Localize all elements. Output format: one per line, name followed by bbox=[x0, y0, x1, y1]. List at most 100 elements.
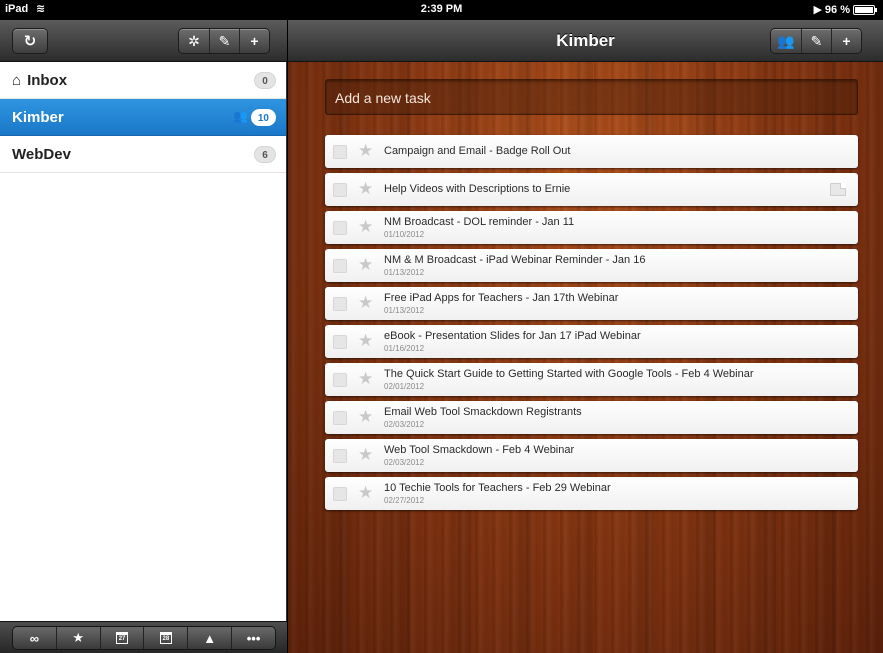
today-button[interactable]: 27 bbox=[99, 627, 144, 649]
task-checkbox[interactable] bbox=[333, 373, 347, 387]
all-tasks-button[interactable]: ∞ bbox=[13, 627, 56, 649]
smart-list-bar: ∞ ★ 27 28 ▲ ••• bbox=[12, 626, 276, 650]
task-due-date: 01/16/2012 bbox=[384, 344, 425, 353]
star-icon[interactable]: ★ bbox=[358, 217, 373, 237]
task-checkbox[interactable] bbox=[333, 183, 347, 197]
list-menu: ⌂ Inbox 0 Kimber 👥 10 WebDev 6 bbox=[0, 62, 286, 173]
task-row[interactable]: ★ eBook - Presentation Slides for Jan 17… bbox=[325, 325, 858, 358]
task-title: Web Tool Smackdown - Feb 4 Webinar bbox=[384, 444, 575, 456]
task-row[interactable]: ★ Email Web Tool Smackdown Registrants 0… bbox=[325, 401, 858, 434]
task-checkbox[interactable] bbox=[333, 487, 347, 501]
pencil-icon: ✎ bbox=[810, 32, 823, 49]
task-title: NM & M Broadcast - iPad Webinar Reminder… bbox=[384, 254, 646, 266]
task-row[interactable]: ★ NM & M Broadcast - iPad Webinar Remind… bbox=[325, 249, 858, 282]
refresh-button[interactable]: ↻ bbox=[12, 28, 48, 54]
sidebar-item-webdev[interactable]: WebDev 6 bbox=[0, 136, 286, 173]
clock: 2:39 PM bbox=[420, 3, 463, 15]
list-count-badge: 0 bbox=[254, 72, 276, 89]
task-due-date: 01/13/2012 bbox=[384, 306, 425, 315]
sidebar-footer: ∞ ★ 27 28 ▲ ••• bbox=[0, 621, 287, 653]
note-icon bbox=[830, 183, 846, 196]
list-count-badge: 10 bbox=[250, 109, 276, 126]
task-title: Help Videos with Descriptions to Ernie bbox=[384, 183, 571, 195]
star-icon[interactable]: ★ bbox=[358, 331, 373, 351]
calendar-27-icon: 27 bbox=[116, 632, 129, 644]
list-count-badge: 6 bbox=[254, 146, 276, 163]
task-row[interactable]: ★ The Quick Start Guide to Getting Start… bbox=[325, 363, 858, 396]
shared-users-icon: 👥 bbox=[233, 109, 248, 123]
task-title: Campaign and Email - Badge Roll Out bbox=[384, 145, 571, 157]
task-row[interactable]: ★ 10 Techie Tools for Teachers - Feb 29 … bbox=[325, 477, 858, 510]
settings-button[interactable]: ✲ bbox=[179, 29, 209, 53]
main-toolbar: Kimber 👥 ✎ + bbox=[288, 20, 883, 62]
status-bar: iPad ≋ 2:39 PM ▶ 96 % bbox=[0, 0, 883, 20]
task-checkbox[interactable] bbox=[333, 145, 347, 159]
star-icon[interactable]: ★ bbox=[358, 483, 373, 503]
users-icon: 👥 bbox=[777, 32, 795, 49]
star-icon[interactable]: ★ bbox=[358, 293, 373, 313]
add-task-input[interactable]: Add a new task bbox=[325, 79, 858, 115]
add-list-button[interactable]: + bbox=[239, 29, 269, 53]
sidebar-item-inbox[interactable]: ⌂ Inbox 0 bbox=[0, 62, 286, 99]
task-row[interactable]: ★ Web Tool Smackdown - Feb 4 Webinar 02/… bbox=[325, 439, 858, 472]
list-name: WebDev bbox=[12, 145, 71, 163]
main-toolbar-segment: 👥 ✎ + bbox=[770, 28, 862, 54]
task-due-date: 02/01/2012 bbox=[384, 382, 425, 391]
calendar-28-icon: 28 bbox=[159, 632, 172, 644]
add-task-button[interactable]: + bbox=[831, 29, 861, 53]
task-title: Email Web Tool Smackdown Registrants bbox=[384, 406, 582, 418]
inbox-icon: ⌂ bbox=[12, 71, 22, 89]
infinity-icon: ∞ bbox=[29, 630, 40, 646]
task-title: The Quick Start Guide to Getting Started… bbox=[384, 368, 754, 380]
task-checkbox[interactable] bbox=[333, 411, 347, 425]
star-icon[interactable]: ★ bbox=[358, 141, 373, 161]
task-title: Free iPad Apps for Teachers - Jan 17th W… bbox=[384, 292, 619, 304]
sidebar-toolbar: ↻ ✲ ✎ + bbox=[0, 20, 287, 62]
list-name: Kimber bbox=[12, 108, 64, 126]
star-icon[interactable]: ★ bbox=[358, 179, 373, 199]
task-due-date: 02/27/2012 bbox=[384, 496, 425, 505]
tomorrow-button[interactable]: 28 bbox=[143, 627, 187, 649]
task-due-date: 01/13/2012 bbox=[384, 268, 425, 277]
task-row[interactable]: ★ Free iPad Apps for Teachers - Jan 17th… bbox=[325, 287, 858, 320]
plus-icon: + bbox=[842, 33, 851, 49]
sidebar: ↻ ✲ ✎ + ⌂ Inbox 0 Kimber 👥 10 WebDev 6 ∞… bbox=[0, 20, 287, 653]
battery-icon bbox=[853, 4, 877, 15]
battery-status: ▶ 96 % bbox=[813, 3, 877, 16]
star-icon: ★ bbox=[72, 630, 85, 645]
battery-percent: 96 % bbox=[824, 3, 850, 16]
warning-icon: ▲ bbox=[203, 630, 217, 646]
task-due-date: 01/10/2012 bbox=[384, 230, 425, 239]
task-title: NM Broadcast - DOL reminder - Jan 11 bbox=[384, 216, 575, 228]
task-row[interactable]: ★ Campaign and Email - Badge Roll Out bbox=[325, 135, 858, 168]
sidebar-toolbar-segment: ✲ ✎ + bbox=[178, 28, 270, 54]
task-checkbox[interactable] bbox=[333, 449, 347, 463]
task-title: eBook - Presentation Slides for Jan 17 i… bbox=[384, 330, 641, 342]
task-checkbox[interactable] bbox=[333, 221, 347, 235]
star-icon[interactable]: ★ bbox=[358, 445, 373, 465]
task-row[interactable]: ★ NM Broadcast - DOL reminder - Jan 11 0… bbox=[325, 211, 858, 244]
task-title: 10 Techie Tools for Teachers - Feb 29 We… bbox=[384, 482, 611, 494]
star-icon[interactable]: ★ bbox=[358, 369, 373, 389]
edit-tasks-button[interactable]: ✎ bbox=[801, 29, 831, 53]
task-row[interactable]: ★ Help Videos with Descriptions to Ernie bbox=[325, 173, 858, 206]
starred-button[interactable]: ★ bbox=[55, 627, 100, 649]
task-checkbox[interactable] bbox=[333, 297, 347, 311]
play-icon: ▶ bbox=[813, 4, 822, 16]
task-due-date: 02/03/2012 bbox=[384, 458, 425, 467]
task-pane: Kimber 👥 ✎ + Add a new task ★ Campaign a… bbox=[288, 20, 883, 653]
share-list-button[interactable]: 👥 bbox=[771, 29, 801, 53]
refresh-icon: ↻ bbox=[23, 33, 37, 50]
task-checkbox[interactable] bbox=[333, 335, 347, 349]
sidebar-item-kimber[interactable]: Kimber 👥 10 bbox=[0, 99, 286, 136]
more-button[interactable]: ••• bbox=[231, 627, 275, 649]
task-list: ★ Campaign and Email - Badge Roll Out ★ … bbox=[325, 135, 858, 515]
edit-lists-button[interactable]: ✎ bbox=[209, 29, 239, 53]
task-checkbox[interactable] bbox=[333, 259, 347, 273]
star-icon[interactable]: ★ bbox=[358, 255, 373, 275]
star-icon[interactable]: ★ bbox=[358, 407, 373, 427]
overdue-button[interactable]: ▲ bbox=[187, 627, 231, 649]
plus-icon: + bbox=[250, 33, 259, 49]
more-icon: ••• bbox=[246, 630, 261, 646]
gear-icon: ✲ bbox=[188, 32, 200, 49]
